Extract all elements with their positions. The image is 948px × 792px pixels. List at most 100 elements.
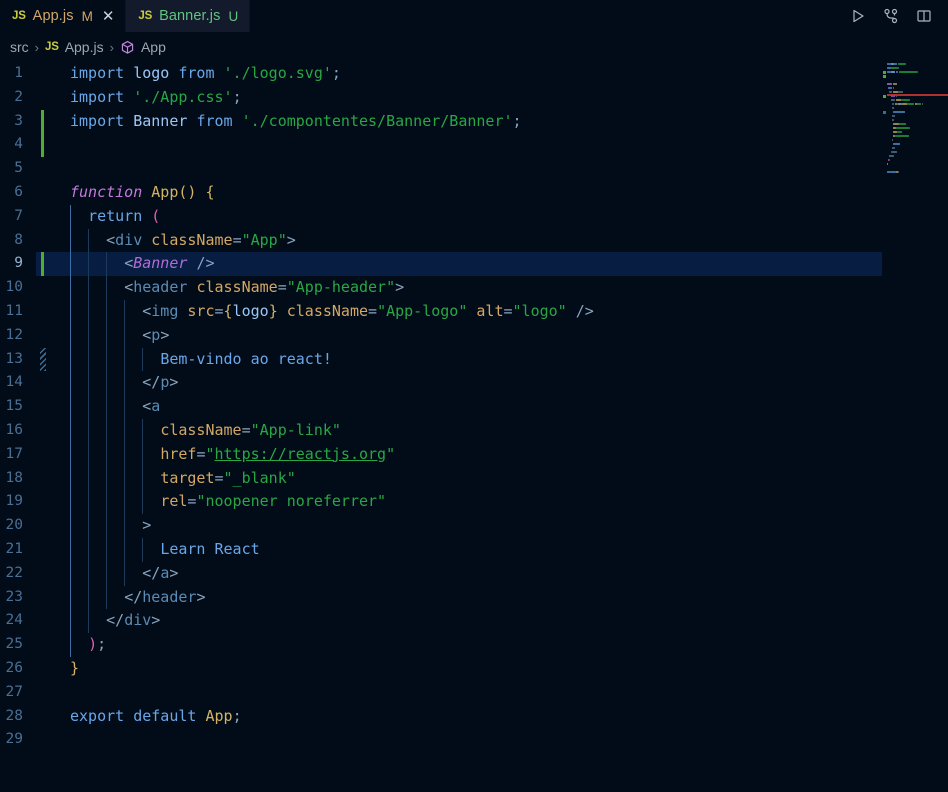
code-line[interactable]: 24 </div> — [0, 609, 948, 634]
code-editor[interactable]: 1 import logo from './logo.svg'; 2 import '… — [0, 62, 948, 792]
token: return — [88, 206, 143, 225]
token: "App" — [241, 230, 287, 249]
minimap-token — [891, 66, 899, 70]
git-gutter-marker-added[interactable] — [41, 109, 44, 134]
code-line[interactable]: 23 </header> — [0, 585, 948, 610]
breadcrumb-separator: › — [34, 39, 40, 55]
minimap-token — [921, 102, 923, 106]
code-line[interactable]: 4 — [0, 133, 948, 158]
code-line[interactable]: 5 — [0, 157, 948, 181]
code-line[interactable]: 18 target="_blank" — [0, 466, 948, 491]
breadcrumb-label: src — [10, 39, 29, 55]
code-text: return ( — [36, 205, 948, 229]
token: " — [205, 444, 215, 463]
code-line[interactable]: 3 import Banner from './compontentes/Bann… — [0, 109, 948, 134]
code-lines[interactable]: 1 import logo from './logo.svg'; 2 import '… — [0, 62, 948, 752]
token: logo — [232, 301, 269, 320]
token: < — [142, 301, 152, 320]
run-button[interactable] — [845, 3, 871, 29]
token: </ — [142, 373, 161, 392]
code-line[interactable]: 26} — [0, 657, 948, 681]
breadcrumb-item-app-symbol[interactable]: App — [120, 39, 166, 55]
editor-tab-app-js[interactable]: JS App.js M ✕ — [0, 0, 126, 32]
line-number: 3 — [14, 112, 23, 129]
line-number: 10 — [5, 279, 23, 296]
code-text: <div className="App"> — [36, 229, 948, 253]
code-line[interactable]: 16 className="App-link" — [0, 418, 948, 443]
code-text: <Banner /> — [36, 252, 948, 276]
minimap-token — [901, 98, 910, 102]
minimap[interactable] — [882, 62, 948, 792]
editor-tab-banner-js[interactable]: JS Banner.js U — [125, 0, 251, 32]
code-line[interactable]: 9 <Banner /> — [0, 252, 948, 277]
code-line[interactable]: 12 <p> — [0, 323, 948, 348]
breadcrumb-item-src[interactable]: src — [10, 39, 29, 55]
code-line[interactable]: 13 Bem-vindo ao react! — [0, 347, 948, 372]
code-line[interactable]: 1 import logo from './logo.svg'; — [0, 62, 948, 86]
code-line[interactable]: 25 ); — [0, 633, 948, 657]
token: ; — [331, 64, 341, 82]
token: default — [133, 706, 197, 725]
git-gutter-marker-deleted[interactable] — [40, 347, 46, 372]
token: import — [70, 64, 125, 82]
token: from — [178, 64, 215, 82]
code-line[interactable]: 28 export default App; — [0, 705, 948, 729]
token: Banner — [133, 111, 188, 130]
split-editor-button[interactable] — [911, 3, 937, 29]
code-text: ); — [36, 633, 948, 657]
code-text: <img src={logo} className="App-logo" alt… — [36, 300, 948, 324]
editor-tab-status-badge: U — [228, 8, 239, 24]
line-number: 7 — [14, 207, 23, 224]
token: import — [70, 111, 125, 130]
code-line[interactable]: 11 <img src={logo} className="App-logo" … — [0, 299, 948, 324]
token: "App-header" — [286, 278, 396, 297]
line-number: 20 — [5, 517, 23, 534]
code-line[interactable]: 10 <header className="App-header"> — [0, 276, 948, 300]
source-control-fork-icon[interactable] — [878, 3, 904, 29]
minimap-token — [893, 142, 900, 146]
code-line[interactable]: 21 Learn React — [0, 537, 948, 562]
minimap-token — [890, 90, 892, 94]
js-file-icon: JS — [138, 10, 153, 22]
token: Bem-vindo ao react! — [160, 349, 332, 368]
token[interactable]: https://reactjs.org — [215, 445, 387, 463]
code-line[interactable]: 14 </p> — [0, 371, 948, 396]
minimap-token — [896, 82, 898, 86]
code-line[interactable]: 22 </a> — [0, 561, 948, 586]
token: ( — [151, 206, 161, 225]
editor-actions — [845, 0, 948, 32]
minimap-token — [887, 66, 891, 70]
minimap-token — [898, 170, 900, 174]
code-line[interactable]: 20 > — [0, 514, 948, 538]
token: < — [124, 278, 134, 297]
code-line[interactable]: 6 function App() { — [0, 181, 948, 205]
code-line[interactable]: 29 — [0, 728, 948, 752]
token: href — [160, 444, 197, 463]
line-number: 12 — [5, 326, 23, 343]
token: ) — [88, 635, 98, 654]
code-line[interactable]: 17 href="https://reactjs.org" — [0, 442, 948, 467]
code-line[interactable]: 2 import './App.css'; — [0, 86, 948, 110]
code-line[interactable]: 27 — [0, 681, 948, 705]
token: className — [160, 420, 242, 439]
token: a — [151, 397, 161, 416]
code-line[interactable]: 19 rel="noopener noreferrer" — [0, 490, 948, 515]
code-line[interactable]: 8 <div className="App"> — [0, 228, 948, 253]
minimap-token — [893, 114, 895, 118]
editor-tab-label: App.js — [32, 8, 74, 24]
line-number: 22 — [5, 564, 23, 581]
code-line[interactable]: 7 return ( — [0, 204, 948, 229]
code-line[interactable]: 15 <a — [0, 395, 948, 419]
breadcrumb-item-appjs[interactable]: JS App.js — [45, 39, 104, 55]
git-gutter-marker-added[interactable] — [41, 252, 44, 277]
close-icon[interactable]: ✕ — [102, 9, 115, 24]
git-gutter-marker-added[interactable] — [41, 133, 44, 158]
token: className — [286, 301, 369, 320]
